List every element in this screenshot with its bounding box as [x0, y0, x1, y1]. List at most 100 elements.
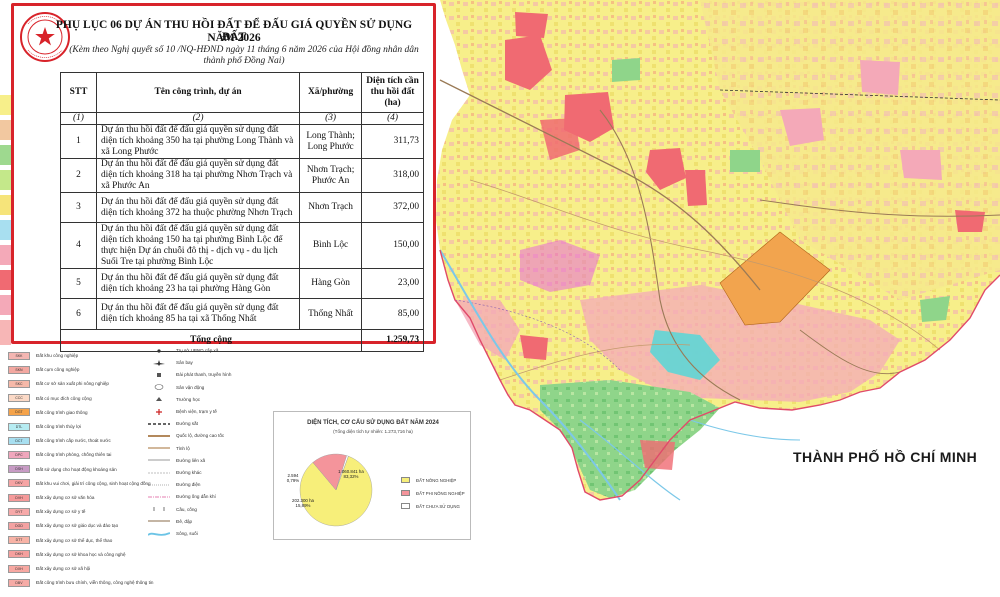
col-index: (1) [60, 112, 97, 125]
pie-legend-nonagri: ĐẤT PHI NÔNG NGHIỆP [401, 490, 465, 496]
legend-label: Đường ống dẫn khí [176, 494, 216, 500]
legend-swatch: SKK [8, 351, 30, 360]
row-area: 372,00 [361, 192, 424, 223]
table-row: 6 Dự án thu hồi đất để đấu giá quyền sử … [60, 298, 424, 330]
col-header-area: Diện tích cần thu hồi đất (ha) [361, 72, 424, 113]
row-area: 85,00 [361, 298, 424, 330]
legend-label: Bệnh viện, trạm y tế [176, 409, 217, 414]
legend-symbol-icon [148, 505, 170, 513]
table-row: 5 Dự án thu hồi đất để đấu giá quyền sử … [60, 268, 424, 299]
legend-row: Quốc lộ, đường cao tốc [148, 430, 224, 441]
row-stt: 4 [60, 222, 97, 269]
resolution-table-panel: PHỤ LỤC 06 DỰ ÁN THU HỒI ĐẤT ĐỂ ĐẤU GIÁ … [11, 3, 436, 352]
row-area: 150,00 [361, 222, 424, 269]
legend-row: DXH Đất xây dựng cơ sở xã hội [8, 563, 90, 574]
pie-legend-agri-swatch [401, 477, 410, 483]
legend-row: DSH Đất sử dụng cho hoạt động khoáng sản [8, 464, 117, 475]
col-header-stt: STT [60, 72, 97, 113]
pie-legend-unused: ĐẤT CHƯA SỬ DỤNG [401, 503, 460, 509]
pie-legend-agri: ĐẤT NÔNG NGHIỆP [401, 477, 456, 483]
legend-symbol-icon [148, 444, 170, 452]
legend-symbol-icon [148, 493, 170, 501]
legend-row: Sân bay [148, 357, 193, 368]
row-area: 311,73 [361, 124, 424, 159]
legend-swatch: DVH [8, 493, 30, 502]
legend-label: Đường điện [176, 482, 201, 488]
row-ward: Nhơn Trạch [299, 192, 363, 223]
legend-row: Trường học [148, 394, 200, 405]
legend-symbol-icon [148, 395, 170, 403]
legend-label: Đất công trình giao thông [36, 409, 88, 415]
legend-swatch: DGT [8, 408, 30, 417]
legend-symbol-icon [148, 371, 170, 379]
legend-symbol-icon [148, 432, 170, 440]
row-ward: Long Thành; Long Phước [299, 124, 363, 159]
legend-symbol-icon [148, 456, 170, 464]
legend-row: Tỉnh lộ [148, 443, 190, 454]
col-index: (4) [361, 112, 424, 125]
legend-label: Đất công trình cấp nước, thoát nước [36, 438, 111, 444]
legend-swatch: CCC [8, 394, 30, 403]
legend-row: DKH Đất xây dựng cơ sở khoa học và công n… [8, 549, 126, 560]
legend-label: Đất xây dựng cơ sở khoa học và công nghệ [36, 551, 126, 557]
legend-row: SKC Đất cơ sở sản xuất phi nông nghiệp [8, 378, 109, 389]
column-index-row: (1) (2) (3) (4) [60, 112, 424, 125]
annex-subtitle-2: thành phố Đồng Nai) [203, 56, 285, 66]
legend-symbol-icon [148, 383, 170, 391]
legend-label: Đất cụm công nghiệp [36, 367, 80, 373]
legend-label: Đất có mục đích công cộng [36, 395, 92, 401]
province-area [436, 0, 1000, 500]
left-edge-legend-strip [0, 95, 11, 345]
pie-legend-agri-label: ĐẤT NÔNG NGHIỆP [416, 477, 457, 483]
legend-row: DBV Đất công trình bưu chính, viễn thông,… [8, 577, 154, 588]
legend-row: DCT Đất công trình cấp nước, thoát nước [8, 435, 111, 446]
legend-symbol-icon [148, 420, 170, 428]
legend-label: Đất xây dựng cơ sở giáo dục và đào tạo [36, 523, 119, 529]
legend-swatch: DXH [8, 564, 30, 573]
legend-swatch: DYT [8, 507, 30, 516]
legend-label: Đường khác [176, 470, 202, 475]
legend-row: Đài phát thanh, truyền hình [148, 369, 231, 380]
total-label: Tổng cộng [59, 329, 363, 352]
legend-row: Bệnh viện, trạm y tế [148, 406, 217, 417]
legend-row: DGT Đất công trình giao thông [8, 407, 88, 418]
legend-swatch: DCT [8, 436, 30, 445]
land-recovery-table: STT Tên công trình, dự án Xã/phường Diện… [59, 72, 424, 352]
col-header-ward: Xã/phường [299, 72, 363, 113]
legend-label: Tỉnh lộ [176, 445, 190, 451]
legend-row: Sân vận động [148, 382, 204, 393]
row-stt: 6 [60, 298, 97, 330]
legend-symbol-icon [148, 469, 170, 477]
legend-row: DPC Đất công trình phòng, chống thiên tai [8, 449, 111, 460]
legend-row: Đê, đập [148, 516, 192, 527]
legend-swatch: DBV [8, 578, 30, 587]
legend-swatch: DPC [8, 450, 30, 459]
legend-symbol-icon [148, 517, 170, 525]
legend-label: Đê, đập [176, 518, 193, 524]
row-stt: 2 [60, 158, 97, 193]
total-value: 1.259,73 [361, 329, 424, 352]
row-project-name: Dự án thu hồi đất để đấu giá quyền sử dụ… [95, 124, 301, 159]
symbol-legend: Trụ sở UBND cấp xã Sân bay Đài phát thanh,… [148, 345, 268, 545]
pie-label-nonagri-pct: 15,89% [295, 503, 311, 508]
table-row: 2 Dự án thu hồi đất để đấu giá quyền sử … [60, 158, 424, 193]
legend-label: Đất công trình bưu chính, viễn thông, cô… [36, 580, 154, 586]
legend-label: Đất cơ sở sản xuất phi nông nghiệp [36, 381, 109, 387]
land-type-legend: SKK Đất khu công nghiệp SKN Đất cụm công ng… [8, 350, 154, 595]
legend-label: Đất khu công nghiệp [36, 353, 79, 358]
legend-row: CCC Đất có mục đích công cộng [8, 393, 92, 404]
neighbor-city-label: THÀNH PHỐ HỒ CHÍ MINH [793, 449, 978, 465]
pie-legend-unused-swatch [401, 503, 410, 509]
row-ward: Hàng Gòn [299, 268, 363, 299]
pie-legend-unused-label: ĐẤT CHƯA SỬ DỤNG [416, 503, 460, 509]
legend-row: Đường ống dẫn khí [148, 491, 216, 502]
row-area: 23,00 [361, 268, 424, 299]
annex-year: NĂM 2026 [207, 32, 261, 44]
row-stt: 5 [60, 268, 97, 299]
table-row: 4 Dự án thu hồi đất để đấu giá quyền sử … [60, 222, 424, 269]
legend-symbol-icon [148, 359, 170, 367]
table-row: 3 Dự án thu hồi đất để đấu giá quyền sử … [60, 192, 424, 223]
legend-swatch: DTT [8, 536, 30, 545]
legend-label: Đài phát thanh, truyền hình [176, 372, 232, 378]
legend-row: Đường điện [148, 479, 200, 490]
